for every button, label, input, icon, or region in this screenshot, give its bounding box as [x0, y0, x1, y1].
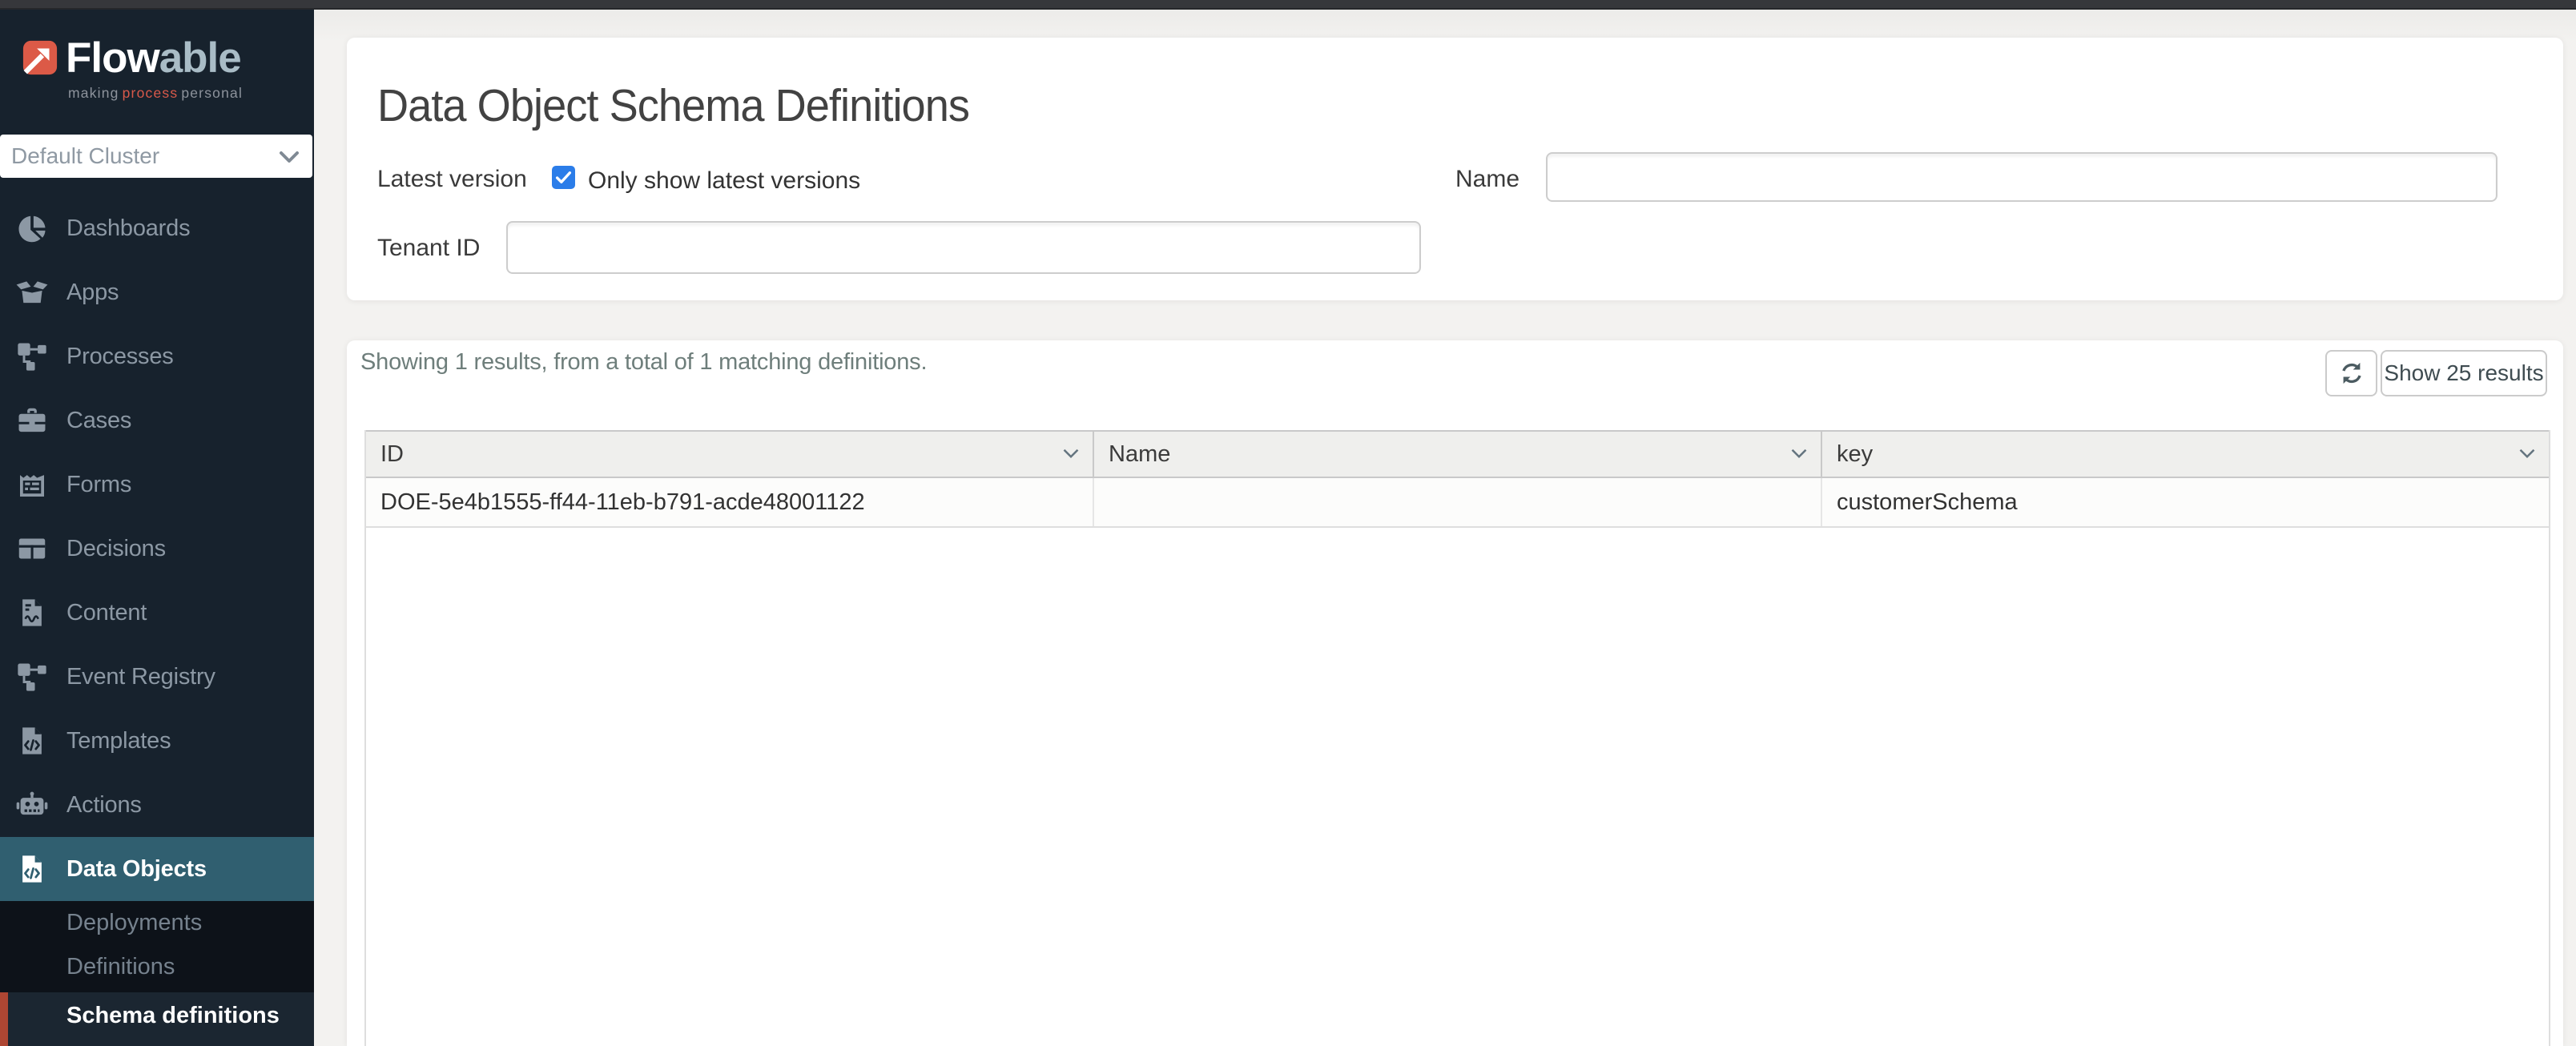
file-chart-icon: [14, 597, 50, 629]
sidebar-item-apps[interactable]: Apps: [0, 260, 314, 324]
sidebar-item-label: Cases: [66, 408, 131, 434]
chevron-down-icon[interactable]: [1062, 448, 1080, 459]
file-code-icon: [14, 725, 50, 757]
refresh-button[interactable]: [2325, 350, 2377, 396]
sidebar-item-actions[interactable]: Actions: [0, 773, 314, 837]
cell-id: DOE-5e4b1555-ff44-11eb-b791-acde48001122: [366, 478, 1094, 526]
sidebar-item-label: Actions: [66, 792, 142, 819]
sidebar-nav: Dashboards Apps Processes Cases Forms De…: [0, 196, 314, 901]
sidebar-item-label: Content: [66, 600, 147, 626]
sidebar-item-templates[interactable]: Templates: [0, 709, 314, 773]
flowable-logo-icon: [22, 38, 58, 77]
briefcase-icon: [14, 405, 50, 436]
name-label: Name: [1455, 166, 1519, 193]
open-box-icon: [14, 278, 50, 307]
sidebar-item-label: Processes: [66, 344, 174, 370]
submenu-item-definitions[interactable]: Definitions: [0, 945, 314, 989]
tenant-id-input[interactable]: [506, 221, 1421, 274]
results-table: ID Name key DOE-5e4b1555-ff44-11eb-b791-…: [364, 430, 2550, 1046]
sidebar-item-label: Templates: [66, 728, 171, 754]
column-header-id[interactable]: ID: [366, 432, 1094, 477]
sidebar-item-processes[interactable]: Processes: [0, 324, 314, 388]
brand-tagline: makingprocesspersonal: [68, 85, 243, 102]
sidebar-item-decisions[interactable]: Decisions: [0, 517, 314, 581]
sidebar-item-data-objects[interactable]: Data Objects: [0, 837, 314, 901]
results-panel: Showing 1 results, from a total of 1 mat…: [347, 340, 2563, 1046]
cluster-select[interactable]: Default Cluster: [0, 135, 312, 178]
sidebar-item-label: Apps: [66, 280, 119, 306]
sidebar-item-label: Decisions: [66, 536, 166, 562]
column-header-name[interactable]: Name: [1094, 432, 1822, 477]
results-summary: Showing 1 results, from a total of 1 mat…: [360, 349, 927, 376]
chevron-down-icon: [279, 151, 300, 163]
table-row[interactable]: DOE-5e4b1555-ff44-11eb-b791-acde48001122…: [366, 478, 2549, 528]
cell-name: [1094, 478, 1822, 526]
brand-logo: Flowable: [66, 34, 241, 82]
chevron-down-icon[interactable]: [1790, 448, 1808, 459]
sidebar-item-label: Dashboards: [66, 215, 190, 242]
main-content: Data Object Schema Definitions Latest ve…: [314, 10, 2576, 1046]
only-show-latest-checkbox[interactable]: [552, 166, 575, 189]
brand-able: able: [159, 34, 241, 82]
sidebar: Flowable makingprocesspersonal Default C…: [0, 10, 314, 1046]
cell-key: customerSchema: [1822, 478, 2549, 526]
brand-flow: Flow: [66, 34, 159, 82]
tenant-id-label: Tenant ID: [377, 235, 480, 262]
sidebar-item-content[interactable]: Content: [0, 581, 314, 645]
top-bar: [0, 0, 2576, 10]
file-code-icon: [14, 853, 50, 885]
sidebar-item-label: Data Objects: [66, 856, 207, 883]
sidebar-item-label: Event Registry: [66, 664, 215, 690]
refresh-icon: [2338, 360, 2365, 387]
sitemap-icon: [14, 340, 50, 372]
robot-icon: [14, 790, 50, 820]
sidebar-item-forms[interactable]: Forms: [0, 453, 314, 517]
submenu-item-schema-definitions[interactable]: Schema definitions: [0, 992, 314, 1046]
pie-chart-icon: [14, 212, 50, 244]
sidebar-item-event-registry[interactable]: Event Registry: [0, 645, 314, 709]
chevron-down-icon[interactable]: [2518, 448, 2536, 459]
cluster-select-value: Default Cluster: [11, 135, 159, 178]
table-header-row: ID Name key: [366, 430, 2549, 478]
submenu-item-deployments[interactable]: Deployments: [0, 901, 314, 945]
filter-panel: Data Object Schema Definitions Latest ve…: [347, 38, 2563, 300]
sidebar-item-label: Forms: [66, 472, 131, 498]
show-results-button[interactable]: Show 25 results: [2381, 350, 2547, 396]
form-icon: [14, 469, 50, 501]
check-icon: [555, 171, 572, 184]
table-icon: [14, 533, 50, 565]
sidebar-item-cases[interactable]: Cases: [0, 388, 314, 453]
latest-version-label: Latest version: [377, 166, 527, 193]
page-title: Data Object Schema Definitions: [377, 79, 969, 132]
data-objects-submenu: Deployments Definitions Schema definitio…: [0, 901, 314, 1046]
name-input[interactable]: [1546, 152, 2498, 202]
only-show-latest-label: Only show latest versions: [588, 167, 860, 195]
sitemap-icon: [14, 661, 50, 693]
sidebar-item-dashboards[interactable]: Dashboards: [0, 196, 314, 260]
column-header-key[interactable]: key: [1822, 432, 2549, 477]
